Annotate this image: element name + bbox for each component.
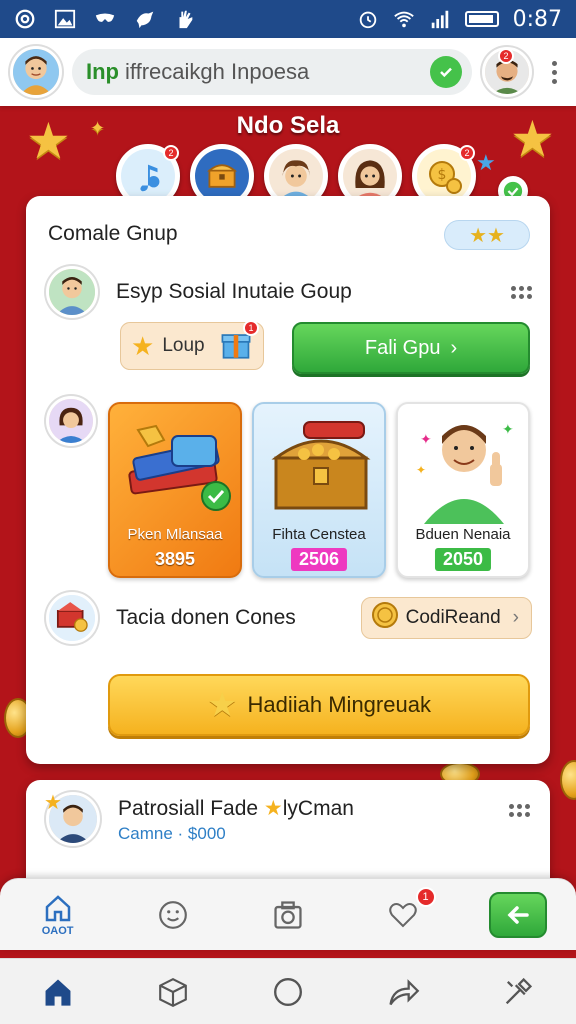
tile-person[interactable]: ✦ ✦ ✦ Bduen Nenaia 2050	[396, 402, 530, 578]
coin-icon	[370, 600, 400, 636]
hadiah-label: Hadiiah Mingreuak	[247, 692, 431, 717]
star-icon: ★	[207, 686, 238, 724]
heart-icon	[389, 902, 417, 927]
group-row[interactable]: Esyp Sosial Inutaie Goup	[46, 264, 532, 320]
fali-gpu-button[interactable]: Fali Gpu ›	[292, 322, 530, 374]
tacia-label: Tacia donen Cones	[116, 606, 296, 629]
hadiah-button[interactable]: ★ Hadiiah Mingreuak	[108, 674, 530, 736]
more-menu-icon[interactable]	[542, 60, 566, 84]
story-badge: 2	[163, 145, 179, 161]
nav-circle-icon[interactable]	[268, 972, 308, 1012]
group-name: Esyp Sosial Inutaie Goup	[116, 280, 352, 303]
smile-icon	[158, 900, 187, 929]
camera-icon	[274, 900, 302, 929]
tacia-row[interactable]: Tacia donen Cones CodiReand ›	[46, 590, 532, 646]
codi-label: CodiReand	[405, 607, 501, 628]
group-more-icon[interactable]	[511, 285, 532, 299]
nav-home-icon[interactable]	[38, 972, 78, 1012]
whatsapp-icon[interactable]	[430, 56, 462, 88]
rating-badge: ★★	[444, 220, 530, 250]
tab-emoji[interactable]	[115, 879, 230, 951]
loup-label: Loup	[162, 335, 205, 356]
tile-label: Bduen Nenaia	[415, 526, 511, 543]
status-bar: 0:87	[0, 0, 576, 38]
search-text: iffrecaikgh Inpoesa	[125, 59, 310, 84]
tile-value: 2506	[290, 548, 348, 571]
tile-value: 3895	[154, 549, 196, 569]
tab-back[interactable]	[461, 879, 576, 951]
codi-button[interactable]: CodiReand ›	[360, 597, 532, 639]
svg-text:✦: ✦	[420, 432, 432, 448]
svg-text:✦: ✦	[416, 463, 426, 477]
star-icon: ★	[263, 797, 283, 820]
nav-box-icon[interactable]	[153, 972, 193, 1012]
decor-coin-icon	[560, 760, 576, 800]
tile-value: 2050	[434, 548, 492, 571]
story-badge: 2	[459, 145, 475, 161]
chevron-right-icon: ›	[512, 607, 519, 628]
app-bar: Inp iffrecaikgh Inpoesa 2	[0, 38, 576, 106]
loup-button[interactable]: ★ Loup 1	[120, 320, 264, 370]
second-card-name: Patrosiall Fade ★lyCman	[118, 796, 354, 821]
banner-title: Ndo Sela	[236, 112, 340, 139]
decor-star-icon: ★	[476, 150, 496, 175]
shop-avatar	[46, 592, 98, 644]
system-nav-bar	[0, 958, 576, 1024]
tile-label: Fihta Censtea	[272, 526, 366, 543]
back-arrow-icon[interactable]	[489, 891, 548, 938]
battery-icon	[464, 11, 499, 27]
svg-text:✦: ✦	[502, 422, 514, 438]
search-prefix: Inp	[86, 59, 119, 84]
tab-bar: OAOT 1	[0, 878, 576, 950]
mask-icon	[94, 8, 116, 30]
tile-chest[interactable]: Fihta Censtea 2506	[252, 402, 386, 578]
tab-home-label: OAOT	[41, 924, 74, 937]
search-input[interactable]: Inp iffrecaikgh Inpoesa	[72, 49, 472, 95]
tile-label: Pken Mlansaa	[127, 526, 223, 543]
reward-tiles: Pken Mlansaa 3895 Fihta Censtea 2506 ✦ ✦…	[108, 402, 530, 578]
book-stack-icon	[128, 424, 231, 511]
signal-icon	[429, 8, 451, 30]
main-card: Comale Gnup ★★ Esyp Sosial Inutaie Goup …	[26, 196, 550, 764]
image-icon	[54, 8, 76, 30]
tab-home[interactable]: OAOT	[0, 879, 115, 951]
bird-icon	[134, 8, 156, 30]
fali-gpu-label: Fali Gpu	[364, 336, 441, 359]
status-time: 0:87	[512, 6, 562, 32]
gift-icon: 1	[219, 320, 259, 366]
user-avatar[interactable]	[10, 46, 62, 98]
thumbs-up-person-icon: ✦ ✦ ✦	[416, 422, 514, 524]
star-icon: ★	[131, 330, 155, 361]
side-avatar[interactable]	[46, 396, 96, 446]
second-card-more-icon[interactable]	[509, 804, 530, 817]
svg-text:$: $	[438, 167, 447, 183]
second-card-name-text: Patrosiall Fade	[118, 797, 259, 820]
tab-favorites[interactable]: 1	[346, 879, 461, 951]
group-avatar	[46, 266, 98, 318]
nav-tools-icon[interactable]	[498, 972, 538, 1012]
gift-badge: 1	[243, 320, 259, 336]
hand-icon	[174, 8, 196, 30]
tab-camera[interactable]	[230, 879, 345, 951]
profile-badge: 2	[498, 48, 514, 64]
home-icon	[45, 894, 70, 921]
second-card-subtitle: Camne · $000	[118, 824, 226, 843]
treasure-chest-icon	[271, 421, 371, 510]
tile-book[interactable]: Pken Mlansaa 3895	[108, 402, 242, 578]
chevron-right-icon: ›	[450, 336, 458, 359]
nav-share-icon[interactable]	[383, 972, 423, 1012]
star-icon: ★	[44, 792, 62, 814]
second-card-name-suffix: lyCman	[282, 797, 354, 820]
wifi-icon	[393, 8, 415, 30]
alarm-icon	[357, 8, 379, 30]
at-icon	[14, 8, 36, 30]
heart-badge: 1	[415, 886, 436, 907]
card-title: Comale Gnup	[48, 222, 178, 245]
